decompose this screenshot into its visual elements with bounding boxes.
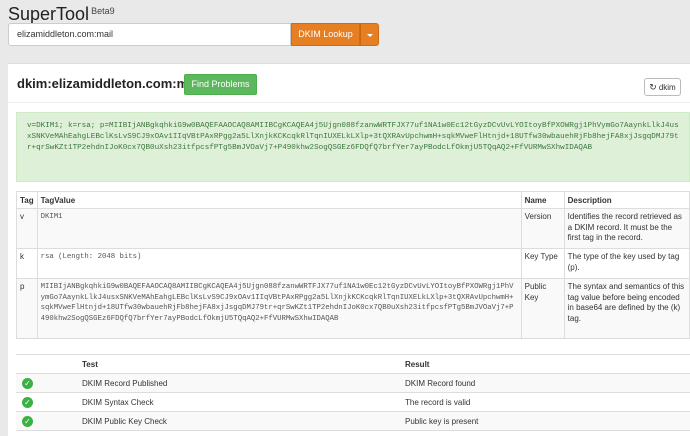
results-header: Test Result (16, 354, 690, 374)
test-cell: DKIM Record Published (76, 373, 399, 393)
tag-table: Tag TagValue Name Description v DKIM1 Ve… (16, 191, 690, 339)
result-cell: DKIM Record found (399, 373, 690, 393)
name-cell: Version (520, 208, 565, 249)
col-description: Description (563, 191, 690, 209)
results-table: Test Result ✓ DKIM Record Published DKIM… (16, 354, 690, 431)
check-circle-icon: ✓ (22, 377, 33, 389)
col-tag: Tag (16, 191, 38, 209)
find-problems-button[interactable]: Find Problems (184, 74, 257, 95)
result-cell: Public key is present (399, 411, 690, 431)
result-title: dkim:elizamiddleton.com:mail (17, 76, 203, 91)
version-badge: Beta9 (91, 6, 115, 16)
test-cell: DKIM Public Key Check (76, 411, 399, 431)
tagvalue-cell: rsa (Length: 2048 bits) (36, 248, 522, 279)
table-row: ✓ DKIM Syntax Check The record is valid (16, 392, 690, 412)
col-status (16, 354, 76, 374)
result-cell: The record is valid (399, 392, 690, 412)
refresh-icon: ↻ (649, 82, 657, 92)
status-cell: ✓ (16, 373, 76, 393)
refresh-button[interactable]: ↻ dkim (644, 78, 681, 96)
tag-cell: p (16, 278, 38, 339)
tag-table-header: Tag TagValue Name Description (16, 191, 690, 209)
status-cell: ✓ (16, 392, 76, 412)
tag-cell: v (16, 208, 38, 249)
tagvalue-cell: MIIBIjANBgkqhkiG9w0BAQEFAAOCAQ8AMIIBCgKC… (36, 278, 522, 339)
divider (8, 102, 690, 103)
app-title: SuperTool (8, 4, 90, 24)
description-cell: The type of the key used by tag (p). (563, 248, 690, 279)
name-cell: Public Key (520, 278, 565, 339)
col-name: Name (520, 191, 565, 209)
col-tagvalue: TagValue (36, 191, 522, 209)
name-cell: Key Type (520, 248, 565, 279)
check-circle-icon: ✓ (22, 415, 33, 427)
tagvalue-cell: DKIM1 (36, 208, 522, 249)
test-cell: DKIM Syntax Check (76, 392, 399, 412)
table-row: ✓ DKIM Public Key Check Public key is pr… (16, 411, 690, 431)
tag-cell: k (16, 248, 38, 279)
result-panel: dkim:elizamiddleton.com:mail Find Proble… (8, 63, 690, 436)
col-result: Result (399, 354, 690, 374)
table-row: p MIIBIjANBgkqhkiG9w0BAQEFAAOCAQ8AMIIBCg… (16, 278, 690, 339)
search-input[interactable]: elizamiddleton.com:mail (8, 23, 291, 46)
raw-record: v=DKIM1; k=rsa; p=MIIBIjANBgkqhkiG9w0BAQ… (16, 112, 690, 182)
col-test: Test (76, 354, 399, 374)
status-cell: ✓ (16, 411, 76, 431)
header: SuperTool Beta9 elizamiddleton.com:mail D… (0, 0, 690, 57)
description-cell: The syntax and semantics of this tag val… (563, 278, 690, 339)
table-row: v DKIM1 Version Identifies the record re… (16, 208, 690, 249)
description-cell: Identifies the record retrieved as a DKI… (563, 208, 690, 249)
table-row: k rsa (Length: 2048 bits) Key Type The t… (16, 248, 690, 279)
dkim-lookup-button[interactable]: DKIM Lookup (291, 23, 360, 46)
lookup-dropdown-caret-icon[interactable] (360, 23, 379, 46)
app-brand: SuperTool Beta9 (8, 4, 115, 25)
check-circle-icon: ✓ (22, 396, 33, 408)
refresh-label: dkim (658, 83, 676, 92)
table-row: ✓ DKIM Record Published DKIM Record foun… (16, 373, 690, 393)
